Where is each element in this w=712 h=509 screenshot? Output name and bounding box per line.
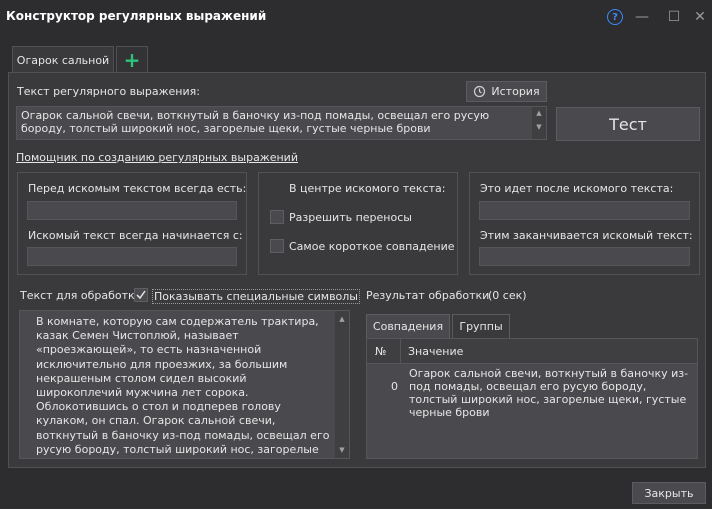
regex-label: Текст регулярного выражения: (17, 85, 200, 98)
scroll-up-icon[interactable]: ▲ (335, 315, 349, 323)
regex-input-text: Огарок сальной свечи, воткнутый в баночк… (21, 109, 490, 135)
column-value: Значение (408, 345, 464, 358)
maximize-button[interactable]: ☐ (664, 8, 684, 26)
history-button[interactable]: История (466, 81, 547, 102)
tab-groups[interactable]: Группы (452, 314, 510, 338)
add-tab-button[interactable]: + (116, 46, 148, 73)
scroll-up-icon[interactable]: ▲ (532, 109, 546, 117)
tab-matches[interactable]: Совпадения (366, 314, 450, 338)
window-title: Конструктор регулярных выражений (6, 9, 267, 23)
checkmark-icon (136, 290, 146, 300)
result-time: (0 сек) (488, 289, 527, 302)
table-row[interactable]: 0 Огарок сальной свечи, воткнутый в бано… (367, 365, 697, 419)
regex-scrollbar[interactable]: ▲ ▼ (532, 107, 546, 139)
shortest-match-label: Самое короткое совпадение (289, 240, 455, 253)
source-text: В комнате, которую сам содержатель тракт… (36, 315, 330, 458)
after-label: Это идет после искомого текста: (480, 182, 674, 195)
row-value: Огарок сальной свечи, воткнутый в баночк… (409, 367, 689, 419)
ends-label: Этим заканчивается искомый текст: (480, 229, 693, 242)
after-input[interactable] (479, 201, 690, 220)
ends-input[interactable] (479, 247, 690, 266)
history-icon (474, 85, 486, 98)
before-label: Перед искомым текстом всегда есть: (28, 182, 247, 195)
before-input[interactable] (27, 201, 237, 220)
show-special-label: Показывать специальные символы (152, 289, 360, 304)
source-scrollbar[interactable]: ▲ ▼ (335, 311, 349, 458)
regex-helper-link[interactable]: Помощник по созданию регулярных выражени… (16, 151, 298, 164)
row-number: 0 (391, 380, 398, 393)
show-special-checkbox[interactable] (134, 288, 148, 302)
begins-input[interactable] (27, 247, 237, 266)
allow-wrap-label: Разрешить переносы (289, 211, 412, 224)
test-button[interactable]: Тест (556, 107, 700, 141)
column-number: № (375, 345, 387, 358)
history-button-label: История (491, 85, 540, 98)
shortest-match-checkbox[interactable] (270, 239, 284, 253)
help-icon: ? (607, 9, 623, 25)
scroll-down-icon[interactable]: ▼ (335, 446, 349, 454)
begins-label: Искомый текст всегда начинается с: (28, 229, 243, 242)
source-textarea[interactable]: В комнате, которую сам содержатель тракт… (19, 310, 350, 459)
tab-regex-ogarok[interactable]: Огарок сальной (12, 46, 114, 73)
source-label: Текст для обработки (20, 289, 142, 302)
close-button[interactable]: Закрыть (632, 482, 706, 504)
minimize-button[interactable]: — (632, 8, 652, 26)
close-window-button[interactable]: ✕ (690, 8, 710, 26)
result-label: Результат обработки (366, 289, 490, 302)
column-divider (400, 339, 401, 364)
results-grid: № Значение 0 Огарок сальной свечи, воткн… (366, 338, 698, 459)
help-button[interactable]: ? (605, 8, 625, 26)
allow-wrap-checkbox[interactable] (270, 210, 284, 224)
center-title: В центре искомого текста: (289, 182, 446, 195)
scroll-down-icon[interactable]: ▼ (532, 123, 546, 131)
regex-input[interactable]: Огарок сальной свечи, воткнутый в баночк… (16, 106, 547, 140)
